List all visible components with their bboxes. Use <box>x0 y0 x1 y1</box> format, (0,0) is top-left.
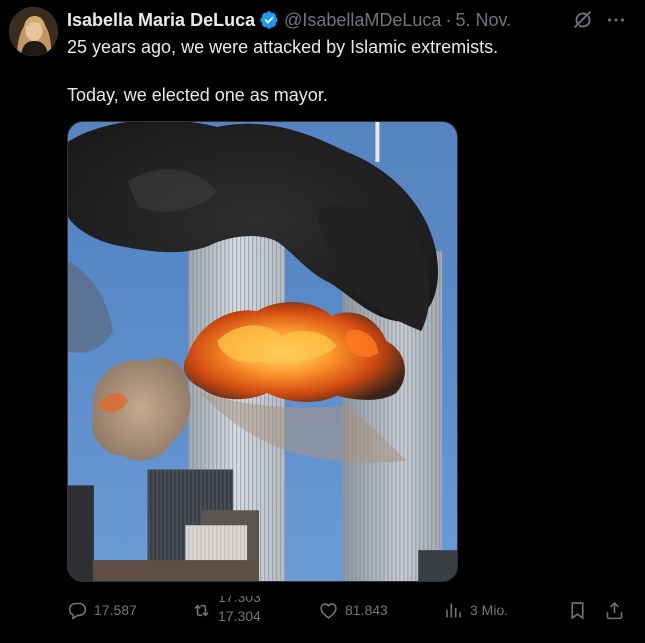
avatar[interactable] <box>9 7 58 56</box>
bookmark-icon <box>571 601 584 619</box>
separator-dot: · <box>445 9 452 30</box>
retweet-count-current: 17.304 <box>218 608 261 624</box>
retweet-icon <box>194 604 209 616</box>
reply-button[interactable]: 17.587 <box>67 596 137 624</box>
tweet-text-line-2: Today, we elected one as mayor. <box>67 85 328 105</box>
retweet-count: 17.303 17.304 <box>218 596 268 624</box>
verified-badge-icon <box>260 11 278 29</box>
tweet-text-line-1: 25 years ago, we were attacked by Islami… <box>67 37 499 57</box>
tweet-photo[interactable] <box>67 121 458 582</box>
heart-icon <box>320 602 337 619</box>
bookmark-button[interactable] <box>567 596 588 624</box>
action-bar: 17.587 17.303 17.304 81.843 3 Mio. <box>67 596 632 624</box>
reply-icon <box>68 602 87 620</box>
retweet-count-previous: 17.303 <box>218 596 261 605</box>
like-button[interactable]: 81.843 <box>318 596 388 624</box>
reply-count: 17.587 <box>94 602 137 618</box>
share-icon <box>606 601 623 619</box>
grok-icon[interactable] <box>571 8 595 32</box>
views-button[interactable]: 3 Mio. <box>443 596 508 624</box>
author-name[interactable]: Isabella Maria DeLuca <box>67 10 255 31</box>
views-count: 3 Mio. <box>470 602 509 618</box>
more-icon[interactable] <box>604 8 628 32</box>
tweet: Isabella Maria DeLuca @IsabellaMDeLuca ·… <box>0 0 645 643</box>
tweet-date[interactable]: 5. Nov. <box>455 10 511 31</box>
tweet-text: 25 years ago, we were attacked by Islami… <box>67 35 627 107</box>
like-count: 81.843 <box>345 602 388 618</box>
views-icon <box>446 603 461 617</box>
author-handle[interactable]: @IsabellaMDeLuca <box>284 10 441 31</box>
tweet-header: Isabella Maria DeLuca @IsabellaMDeLuca ·… <box>67 8 511 32</box>
share-button[interactable] <box>604 596 625 624</box>
retweet-button[interactable]: 17.303 17.304 <box>191 596 268 624</box>
